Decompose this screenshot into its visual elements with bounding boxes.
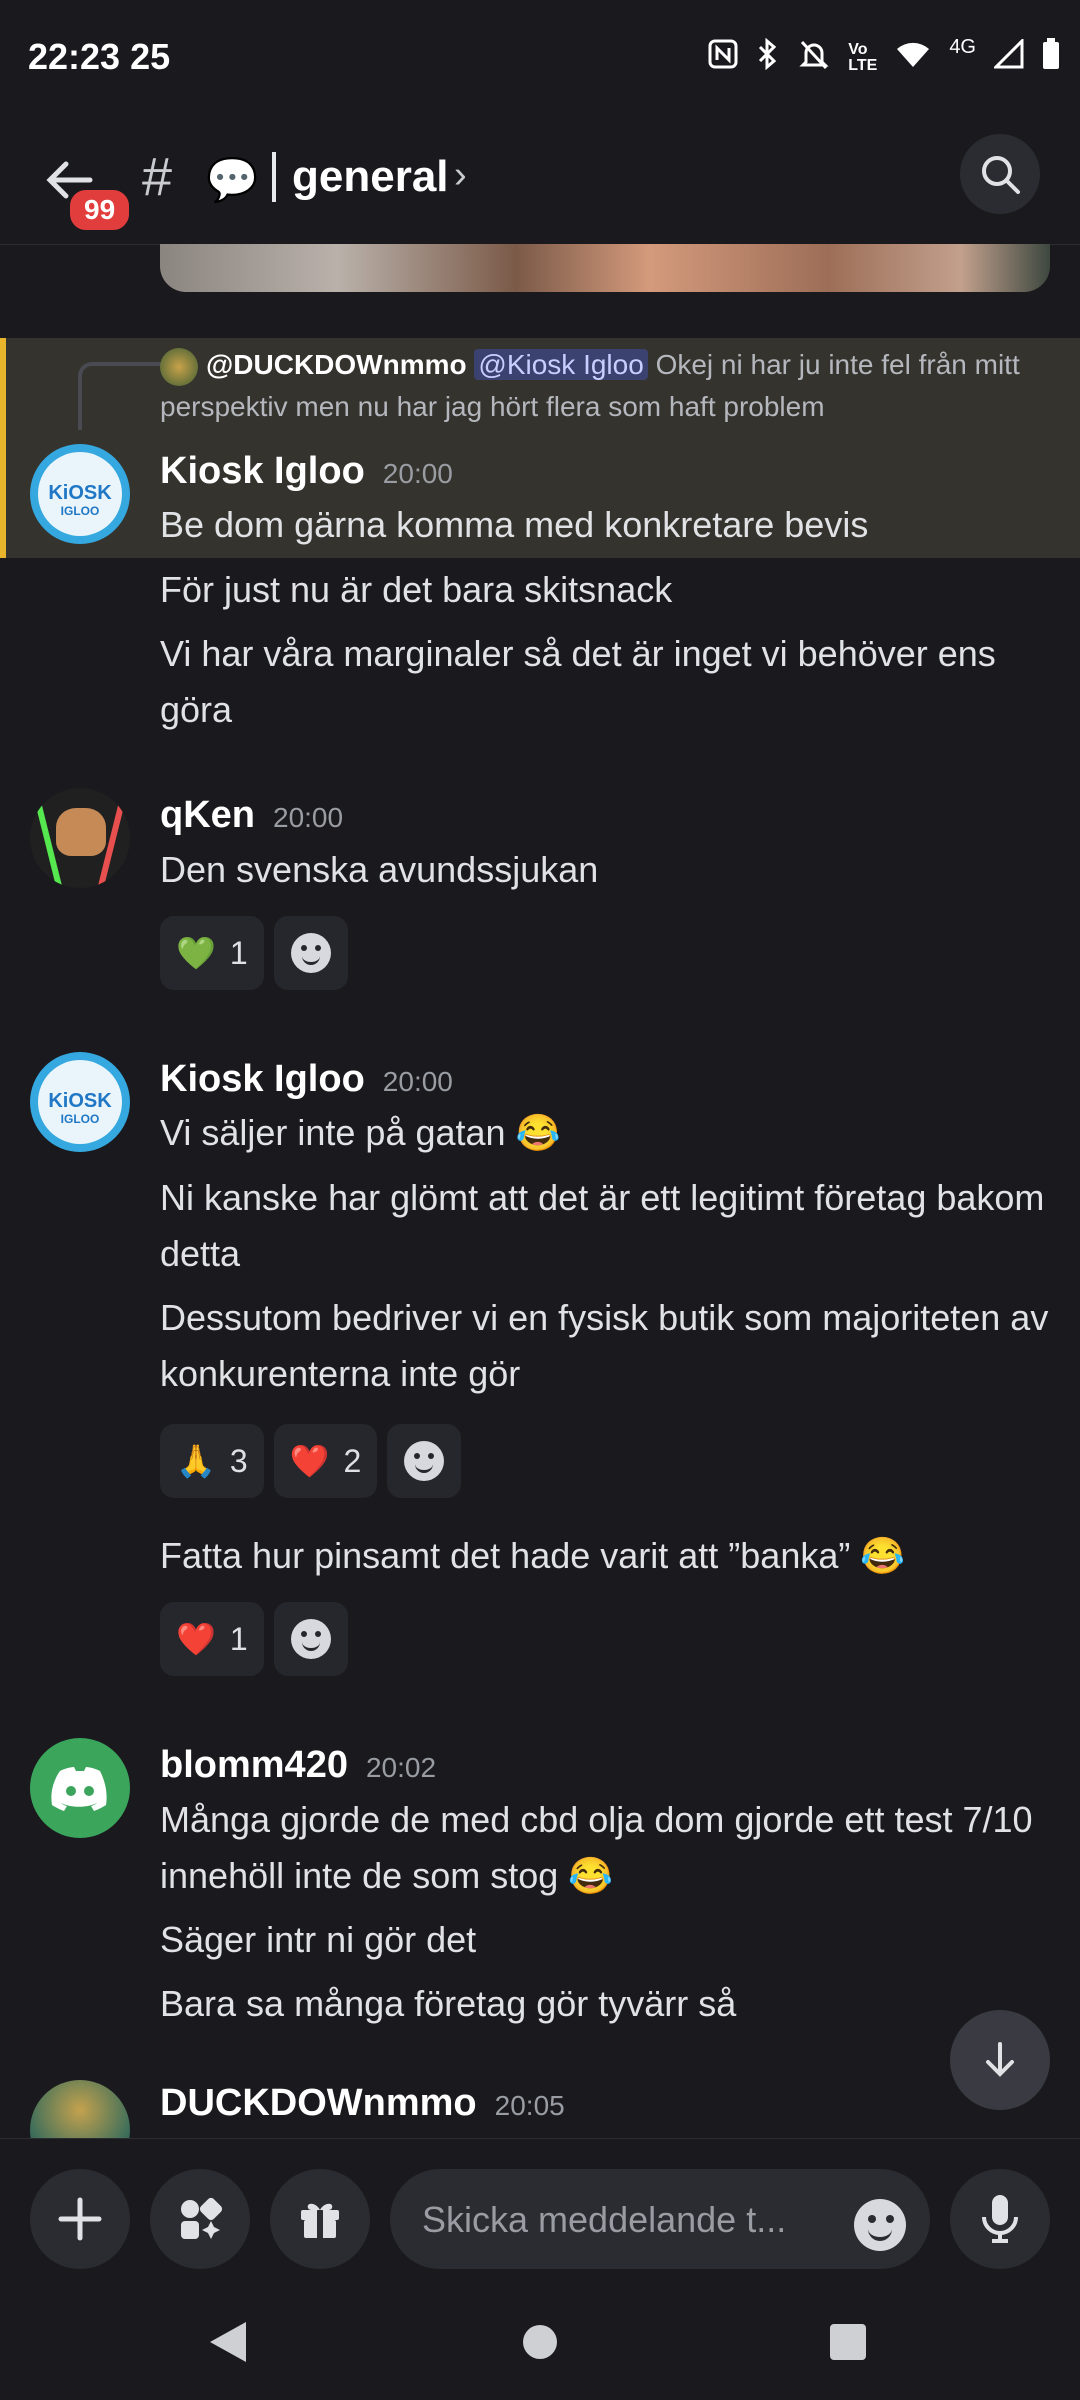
message-timestamp: 20:00: [273, 802, 344, 833]
scroll-to-bottom-button[interactable]: [950, 2010, 1050, 2110]
reaction-count: 2: [343, 1442, 362, 1479]
gift-button[interactable]: [270, 2169, 370, 2269]
message-text: Vi har våra marginaler så det är inget v…: [160, 633, 996, 730]
message-author[interactable]: blomm420 20:02: [160, 1744, 436, 1787]
bell-off-icon: [798, 38, 830, 77]
reply-user[interactable]: @DUCKDOWnmmo: [206, 349, 467, 380]
avatar[interactable]: [30, 1738, 130, 1838]
add-attachment-button[interactable]: [30, 2169, 130, 2269]
message-text: Vi säljer inte på gatan 😂: [160, 1112, 561, 1153]
heart-emoji: ❤️: [289, 1443, 330, 1479]
message-text: Dessutom bedriver vi en fysisk butik som…: [160, 1297, 1049, 1394]
message-text: Många gjorde de med cbd olja dom gjorde …: [160, 1799, 1033, 1896]
avatar[interactable]: KiOSK IGLOO: [30, 444, 130, 544]
emoji-picker-button[interactable]: [854, 2199, 906, 2251]
reaction-chip[interactable]: ❤️ 2: [273, 1424, 378, 1498]
message-timestamp: 20:00: [382, 1066, 453, 1097]
channel-header: 99 # 💬 general ›: [0, 120, 1080, 245]
reaction-bar: 🙏 3 ❤️ 2: [160, 1424, 462, 1498]
hash-icon: #: [142, 147, 173, 207]
reaction-count: 1: [229, 934, 248, 971]
apps-button[interactable]: [150, 2169, 250, 2269]
plus-icon: [58, 2197, 102, 2241]
divider: [272, 152, 276, 202]
signal-icon: [992, 37, 1024, 76]
battery-icon: [1042, 38, 1060, 77]
status-time: 22:23 25: [28, 36, 171, 77]
volte-icon: Vo LTE: [848, 40, 878, 74]
bluetooth-icon: [756, 37, 780, 77]
message-composer: Skicka meddelande t...: [0, 2138, 1080, 2291]
reaction-chip[interactable]: 💚 1: [160, 916, 264, 990]
message-text: Den svenska avundssjukan: [160, 849, 599, 890]
avatar[interactable]: [30, 788, 130, 888]
message-text: Säger intr ni gör det: [160, 1919, 477, 1960]
message-text: För just nu är det bara skitsnack: [160, 569, 673, 610]
nfc-icon: [708, 39, 738, 76]
unread-badge: 99: [66, 186, 134, 234]
search-button[interactable]: [960, 134, 1040, 214]
message-text: Be dom gärna komma med konkretare bevis: [160, 504, 869, 545]
message-input-placeholder: Skicka meddelande t...: [422, 2199, 787, 2240]
status-bar: 22:23 25 Vo LTE 4G: [0, 0, 1080, 120]
message-text: Fatta hur pinsamt det hade varit att ”ba…: [160, 1535, 906, 1576]
apps-icon: [181, 2197, 223, 2239]
avatar[interactable]: [30, 2080, 130, 2138]
triangle-back-icon: [210, 2322, 246, 2362]
gift-icon: [301, 2203, 339, 2238]
message-timestamp: 20:05: [494, 2090, 565, 2121]
square-recents-icon: [830, 2324, 866, 2360]
add-reaction-button[interactable]: [387, 1424, 462, 1498]
reply-preview[interactable]: @DUCKDOWnmmo @Kiosk Igloo Okej ni har ju…: [160, 344, 1060, 428]
microphone-icon: [982, 2195, 1018, 2243]
add-reaction-button[interactable]: [273, 916, 348, 990]
message-author[interactable]: Kiosk Igloo 20:00: [160, 450, 453, 493]
message-timestamp: 20:02: [365, 1752, 437, 1783]
message-text: Bara sa många företag gör tyvärr så: [160, 1983, 737, 2024]
message-timestamp: 20:00: [382, 458, 453, 489]
network-type: 4G: [949, 36, 976, 58]
nav-recents-button[interactable]: [826, 2318, 870, 2371]
message-author[interactable]: Kiosk Igloo 20:00: [160, 1058, 453, 1101]
reaction-count: 3: [229, 1442, 248, 1479]
avatar[interactable]: KiOSK IGLOO: [30, 1052, 130, 1152]
heart-emoji: ❤️: [176, 1621, 216, 1657]
voice-message-button[interactable]: [950, 2169, 1050, 2269]
smiley-icon: [290, 933, 331, 973]
system-icons: Vo LTE 4G: [708, 36, 1060, 77]
reaction-bar: 💚 1: [160, 916, 348, 990]
discord-logo-icon: [51, 1767, 107, 1811]
message-input[interactable]: Skicka meddelande t...: [390, 2169, 930, 2269]
reaction-chip[interactable]: ❤️ 1: [160, 1602, 264, 1676]
message-author[interactable]: DUCKDOWnmmo 20:05: [160, 2082, 565, 2125]
home-circle-icon: [523, 2325, 557, 2359]
channel-name[interactable]: general: [292, 152, 449, 202]
search-icon: [982, 156, 1020, 194]
wifi-icon: [895, 39, 931, 76]
chevron-right-icon[interactable]: ›: [454, 154, 467, 197]
arrow-down-icon: [986, 2042, 1014, 2077]
system-nav-bar: [0, 2290, 1080, 2400]
reply-avatar: [160, 347, 198, 386]
leaf-heart-emoji: 💚: [176, 935, 216, 971]
channel-emoji: 💬: [206, 156, 259, 203]
add-reaction-button[interactable]: [273, 1602, 348, 1676]
nav-back-button[interactable]: [206, 2318, 250, 2371]
message-text: Ni kanske har glömt att det är ett legit…: [160, 1177, 1045, 1274]
pray-emoji: 🙏: [176, 1443, 216, 1479]
reaction-chip[interactable]: 🙏 3: [160, 1424, 264, 1498]
smiley-icon: [404, 1441, 445, 1481]
reaction-count: 1: [229, 1620, 248, 1657]
message-group-clipped: DUCKDOWnmmo 20:05: [0, 2070, 1080, 2138]
smiley-icon: [290, 1619, 331, 1659]
attachment-image[interactable]: [160, 244, 1050, 292]
reply-mention[interactable]: @Kiosk Igloo: [474, 349, 648, 380]
nav-home-button[interactable]: [520, 2318, 560, 2371]
reaction-bar: ❤️ 1: [160, 1602, 348, 1676]
reply-connector: [78, 362, 162, 430]
message-author[interactable]: qKen 20:00: [160, 794, 343, 837]
